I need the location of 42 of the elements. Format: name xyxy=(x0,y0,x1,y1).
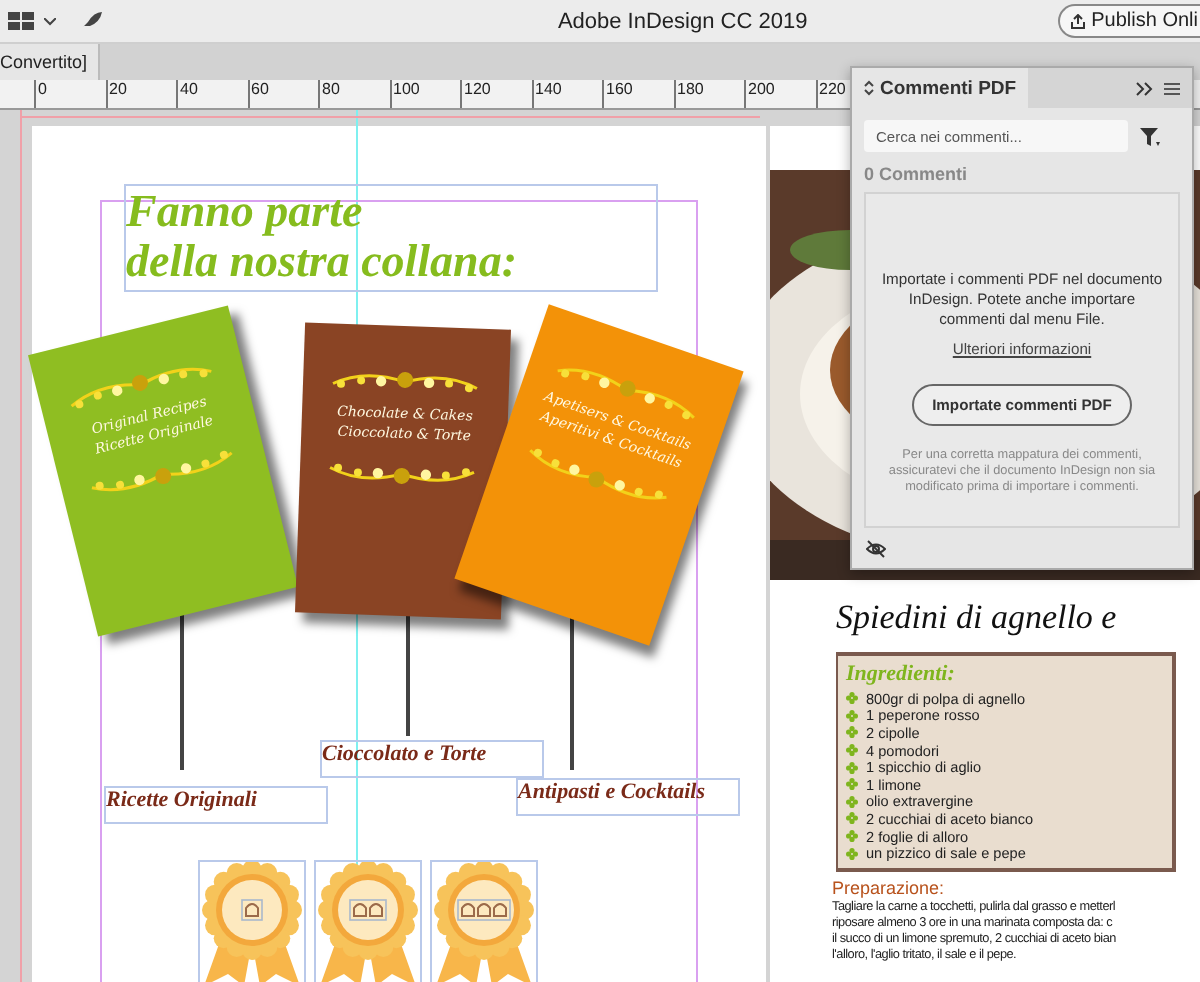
clover-bullet-icon xyxy=(846,812,858,825)
clover-bullet-icon xyxy=(846,761,858,774)
publish-button[interactable]: Publish Onli xyxy=(1057,4,1200,38)
share-icon xyxy=(1069,13,1086,29)
collapse-panel-icon[interactable] xyxy=(1136,81,1154,95)
ingredients-heading: Ingredienti: xyxy=(846,662,957,686)
cover-caption: Ricette Originali xyxy=(104,786,328,824)
hidden-eye-icon[interactable] xyxy=(866,539,886,557)
ruler-label: 180 xyxy=(673,80,744,108)
ruler-label: 120 xyxy=(460,80,531,108)
ruler-label: 100 xyxy=(389,80,460,108)
ruler-label: 0 xyxy=(34,80,105,108)
ruler-label: 40 xyxy=(176,80,247,108)
award-rosette-icon xyxy=(200,862,304,982)
clover-bullet-icon xyxy=(846,830,858,843)
ruler-label: 160 xyxy=(602,80,673,108)
comment-count: 0 Commenti xyxy=(862,162,970,188)
window-title: Adobe InDesign CC 2019 xyxy=(555,9,810,33)
menu-icon[interactable] xyxy=(1164,81,1180,95)
clover-bullet-icon xyxy=(846,847,858,860)
caret-icon[interactable] xyxy=(44,17,56,25)
recipe-title: Spiedini di agnello e xyxy=(836,598,1117,638)
ruler-label: 200 xyxy=(744,80,815,108)
collapse-arrows-icon xyxy=(864,80,874,96)
filter-icon[interactable] xyxy=(1140,125,1162,147)
workspace-grid-icon[interactable] xyxy=(8,9,36,33)
ruler-label: 60 xyxy=(247,80,318,108)
ruler-label: 20 xyxy=(105,80,176,108)
cover-caption: Antipasti e Cocktails xyxy=(516,778,740,816)
clover-bullet-icon xyxy=(846,709,858,722)
award-rosette-icon xyxy=(316,862,420,982)
ruler-label: 80 xyxy=(318,80,389,108)
preparation-heading: Preparazione: xyxy=(832,878,947,898)
clover-bullet-icon xyxy=(846,726,858,739)
clover-bullet-icon xyxy=(846,744,858,757)
clover-bullet-icon xyxy=(846,692,858,705)
panel-tab[interactable]: Commenti PDF xyxy=(852,68,1029,108)
ruler-label: 140 xyxy=(531,80,602,108)
clover-bullet-icon xyxy=(846,795,858,808)
document-tab[interactable]: Convertito] xyxy=(0,44,100,80)
award-rosette-icon xyxy=(432,862,536,982)
clover-bullet-icon xyxy=(846,778,858,791)
